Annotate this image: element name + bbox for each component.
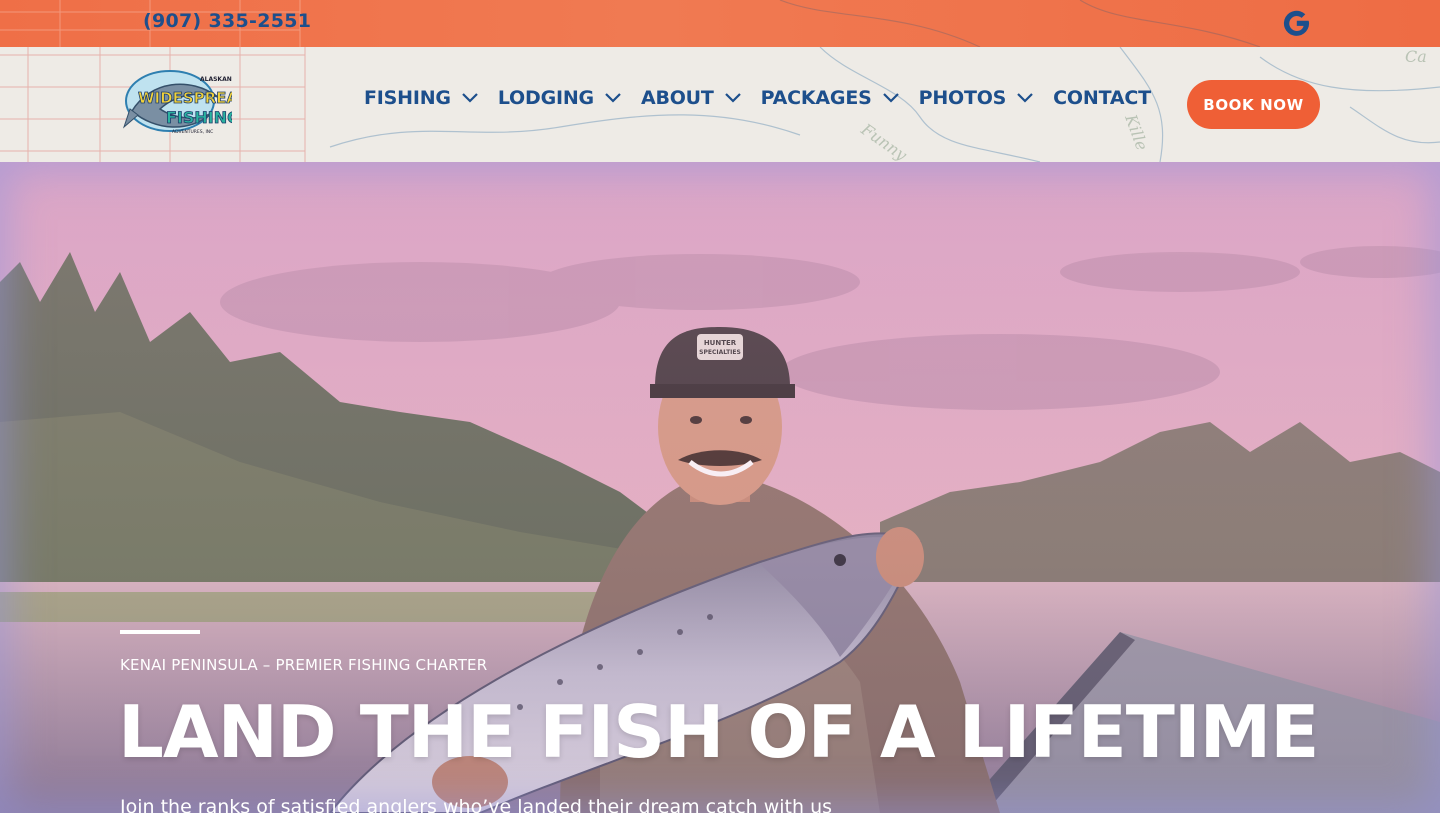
main-nav: FISHING LODGING ABOUT PACKAGES PHOTOS CO… [364, 87, 1171, 109]
phone-link[interactable]: (907) 335-2551 [143, 10, 311, 32]
nav-label: CONTACT [1053, 87, 1151, 109]
logo-text-widespread: WIDESPREAD [138, 89, 232, 107]
hero-eyebrow: KENAI PENINSULA – PREMIER FISHING CHARTE… [120, 656, 488, 674]
hero-section: HUNTER SPECIALTIES KENAI PENINSULA – PRE… [0, 162, 1440, 813]
chevron-down-icon [882, 93, 899, 103]
nav-label: PHOTOS [918, 87, 1007, 109]
hero-divider [120, 630, 200, 634]
nav-label: PACKAGES [760, 87, 872, 109]
logo-text-adventures: ADVENTURES, INC [172, 129, 213, 135]
nav-item-about[interactable]: ABOUT [641, 87, 741, 109]
site-header: Funny Kille Ca ALASKAN WIDESPREAD FISHIN… [0, 47, 1440, 162]
site-logo[interactable]: ALASKAN WIDESPREAD FISHING ADVENTURES, I… [120, 61, 232, 145]
hero-subtext: Join the ranks of satisfied anglers who’… [120, 796, 833, 813]
chevron-down-icon [724, 93, 741, 103]
logo-text-fishing: FISHING [166, 108, 232, 127]
nav-item-photos[interactable]: PHOTOS [919, 87, 1034, 109]
top-bar: (907) 335-2551 [0, 0, 1440, 47]
nav-item-fishing[interactable]: FISHING [364, 87, 478, 109]
nav-item-packages[interactable]: PACKAGES [761, 87, 899, 109]
nav-label: ABOUT [640, 87, 714, 109]
hero-headline: LAND THE FISH OF A LIFETIME [118, 690, 1319, 774]
chevron-down-icon [1017, 93, 1033, 103]
svg-text:Ca: Ca [1405, 47, 1427, 66]
nav-label: LODGING [497, 87, 594, 109]
nav-item-contact[interactable]: CONTACT [1053, 87, 1151, 109]
chevron-down-icon [462, 93, 478, 103]
google-icon[interactable] [1281, 8, 1312, 39]
nav-item-lodging[interactable]: LODGING [498, 87, 621, 109]
chevron-down-icon [605, 93, 621, 103]
book-now-button[interactable]: BOOK NOW [1187, 80, 1320, 129]
logo-text-alaskan: ALASKAN [200, 76, 232, 83]
nav-label: FISHING [364, 87, 451, 109]
